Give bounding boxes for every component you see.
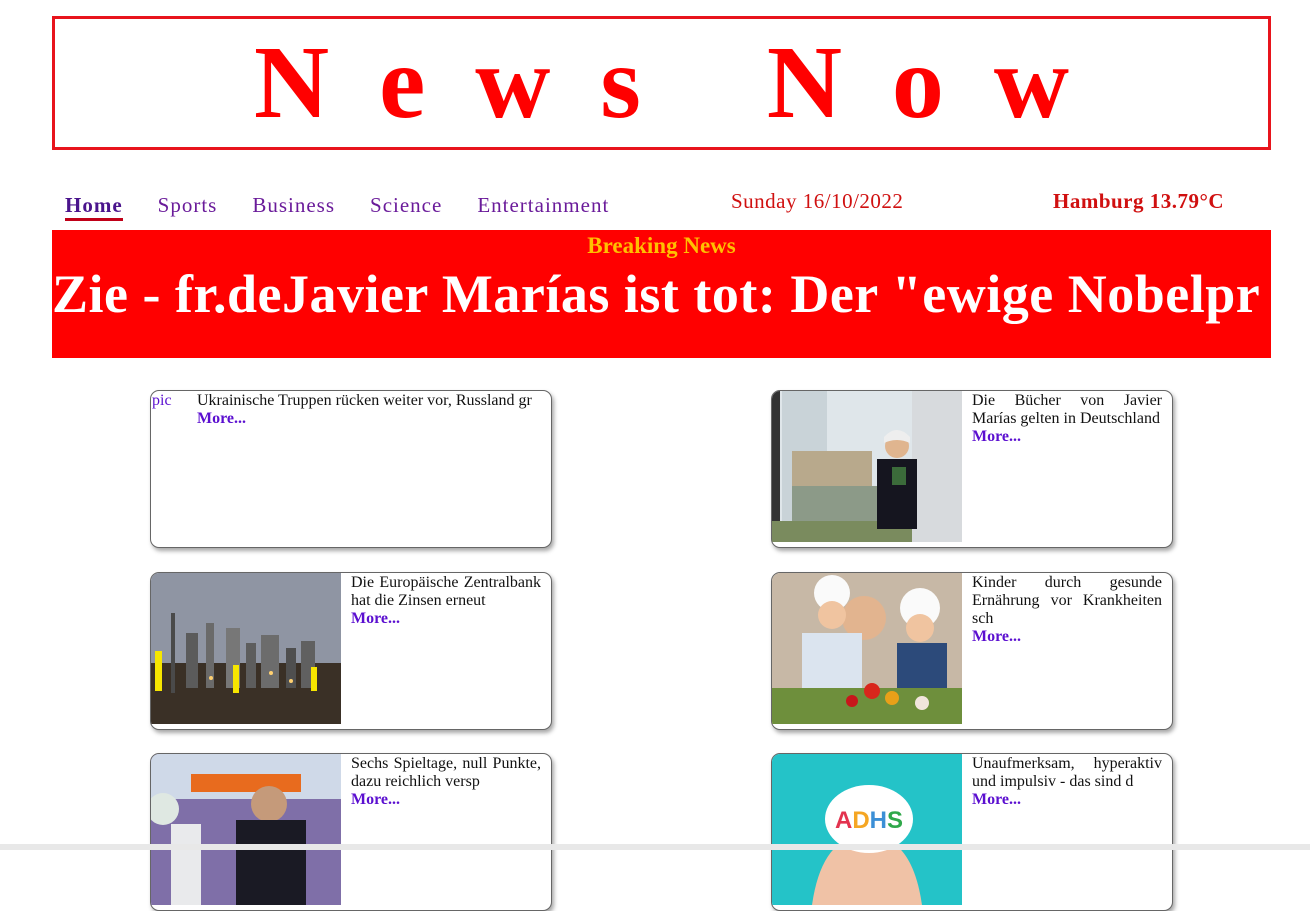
broken-image-icon: pic [152, 392, 172, 409]
more-link[interactable]: More... [351, 791, 541, 809]
site-title: News Now [253, 25, 1120, 140]
article-image[interactable] [772, 391, 962, 542]
article-image[interactable]: ADHS [772, 754, 962, 905]
article-teaser: Unaufmerksam, hyperaktiv und impulsiv - … [972, 755, 1162, 790]
article-card[interactable]: Die Europäische Zentralbank hat die Zins… [150, 572, 552, 730]
article-card[interactable]: Sechs Spieltage, null Punkte, dazu reich… [150, 753, 552, 911]
nav-entertainment[interactable]: Entertainment [477, 193, 609, 221]
more-link[interactable]: More... [351, 610, 541, 628]
breaking-news-label: Breaking News [587, 233, 736, 258]
article-teaser: Kinder durch gesunde Ernährung vor Krank… [972, 574, 1162, 627]
article-image[interactable] [151, 573, 341, 724]
article-teaser: Die Europäische Zentralbank hat die Zins… [351, 574, 541, 609]
more-link[interactable]: More... [972, 791, 1162, 809]
current-date: Sunday 16/10/2022 [731, 189, 904, 213]
nav-science[interactable]: Science [370, 193, 442, 221]
main-nav: Home Sports Business Science Entertainme… [65, 193, 644, 221]
article-card[interactable]: pic Ukrainische Truppen rücken weiter vo… [150, 390, 552, 548]
nav-sports[interactable]: Sports [158, 193, 218, 221]
nav-business[interactable]: Business [252, 193, 335, 221]
adhs-label: ADHS [835, 807, 903, 834]
article-image[interactable] [151, 754, 341, 905]
article-card[interactable]: Die Bücher von Javier Marías gelten in D… [771, 390, 1173, 548]
weather-readout: Hamburg 13.79°C [1053, 189, 1225, 213]
article-card[interactable]: ADHS Unaufmerksam, hyperaktiv und impuls… [771, 753, 1173, 911]
more-link[interactable]: More... [197, 410, 537, 428]
more-link[interactable]: More... [972, 428, 1162, 446]
masthead: News Now [52, 16, 1271, 150]
nav-home[interactable]: Home [65, 193, 123, 221]
more-link[interactable]: More... [972, 628, 1162, 646]
article-teaser: Ukrainische Truppen rücken weiter vor, R… [197, 392, 532, 409]
article-teaser: Die Bücher von Javier Marías gelten in D… [972, 392, 1162, 427]
breaking-news-banner: Breaking News Zie - fr.deJavier Marías i… [52, 230, 1271, 358]
article-image[interactable] [772, 573, 962, 724]
horizontal-scrollbar[interactable] [0, 844, 1310, 850]
article-teaser: Sechs Spieltage, null Punkte, dazu reich… [351, 755, 541, 790]
breaking-news-ticker[interactable]: Zie - fr.deJavier Marías ist tot: Der "e… [52, 263, 1260, 325]
article-card[interactable]: Kinder durch gesunde Ernährung vor Krank… [771, 572, 1173, 730]
